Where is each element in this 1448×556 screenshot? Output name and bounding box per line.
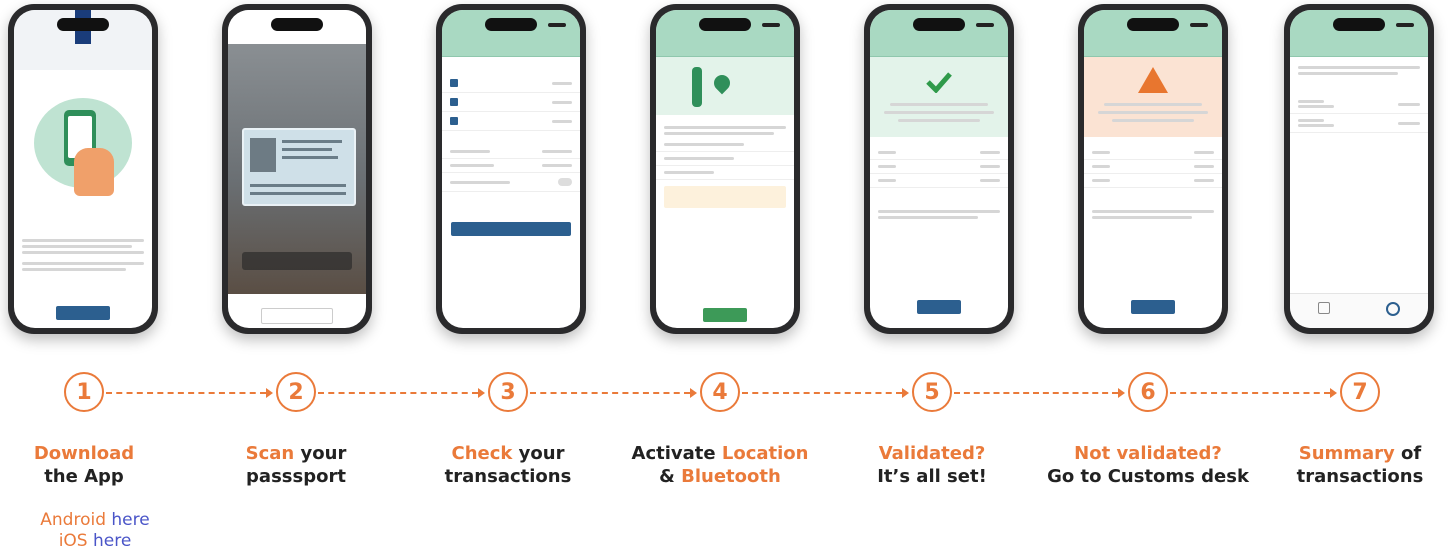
transaction-row[interactable]	[442, 74, 580, 93]
toggle-row[interactable]	[442, 173, 580, 192]
check-mark-icon	[926, 72, 952, 93]
step-caption-2: Scan your passsport	[245, 443, 347, 487]
checkbox-icon[interactable]	[450, 79, 458, 87]
step-caption-4: Activate Location & Bluetooth	[631, 443, 809, 487]
step-number-5: 5	[912, 372, 952, 412]
transaction-row[interactable]	[442, 93, 580, 112]
checkbox-icon[interactable]	[450, 117, 458, 125]
phone-screen-summary	[1284, 4, 1434, 334]
illustration-traveller	[656, 57, 794, 115]
step-caption-3: Check your transactions	[444, 443, 572, 487]
app-header	[656, 40, 794, 57]
start-validation-button[interactable]	[451, 222, 571, 236]
download-links: Android here iOS here	[0, 510, 190, 552]
warning-triangle-icon	[1138, 67, 1168, 93]
permission-row	[656, 152, 794, 166]
dashed-connector	[318, 392, 478, 394]
step-caption-7: Summary of transactions	[1296, 443, 1424, 487]
arrow-right-icon	[266, 388, 273, 398]
step-caption-1: Download the App	[33, 443, 135, 487]
close-button[interactable]	[1131, 300, 1175, 314]
phone-notch	[699, 18, 751, 31]
phone-notch	[271, 18, 323, 31]
phone-notch	[485, 18, 537, 31]
close-button[interactable]	[917, 300, 961, 314]
dashed-connector	[742, 392, 902, 394]
step-number-4: 4	[700, 372, 740, 412]
app-header	[1084, 40, 1222, 57]
registration-row[interactable]	[1084, 160, 1222, 174]
info-notice	[664, 186, 786, 208]
arrow-right-icon	[690, 388, 697, 398]
camera-viewfinder[interactable]	[228, 44, 366, 294]
registration-row[interactable]	[1084, 174, 1222, 188]
phone-screen-scan	[222, 4, 372, 334]
android-download-link[interactable]: Android here	[0, 510, 190, 531]
tab-bar	[1290, 293, 1428, 328]
step-caption-5: Validated? It’s all set!	[877, 443, 987, 487]
detail-row[interactable]	[442, 159, 580, 173]
step-number-1: 1	[64, 372, 104, 412]
request-row[interactable]	[1290, 95, 1428, 114]
phone-screen-download	[8, 4, 158, 334]
tab-home-icon[interactable]	[1318, 302, 1330, 314]
phone-screen-approved	[864, 4, 1014, 334]
app-header	[1290, 40, 1428, 57]
phone-screen-permissions	[650, 4, 800, 334]
permission-row	[656, 166, 794, 180]
step-caption-6: Not validated? Go to Customs desk	[1047, 443, 1249, 487]
transaction-row[interactable]	[442, 112, 580, 131]
registration-row[interactable]	[870, 174, 1008, 188]
step-number-2: 2	[276, 372, 316, 412]
phone-screen-transactions	[436, 4, 586, 334]
phone-screen-customs-desk	[1078, 4, 1228, 334]
checkbox-icon[interactable]	[450, 98, 458, 106]
arrow-right-icon	[1118, 388, 1125, 398]
arrow-right-icon	[478, 388, 485, 398]
location-pin-icon	[710, 71, 734, 95]
step-number-6: 6	[1128, 372, 1168, 412]
dashed-connector	[530, 392, 690, 394]
permission-row	[656, 138, 794, 152]
phone-notch	[57, 18, 109, 31]
arrow-right-icon	[902, 388, 909, 398]
registration-row[interactable]	[870, 146, 1008, 160]
toggle-switch[interactable]	[558, 178, 572, 186]
registration-row[interactable]	[870, 160, 1008, 174]
dashed-connector	[954, 392, 1118, 394]
phone-checklist-icon	[34, 98, 132, 196]
step-number-3: 3	[488, 372, 528, 412]
phone-notch	[1333, 18, 1385, 31]
passport-document	[242, 128, 356, 206]
registration-row[interactable]	[1084, 146, 1222, 160]
dashed-connector	[106, 392, 266, 394]
submit-button[interactable]	[703, 308, 747, 322]
tab-requests-icon[interactable]	[1386, 302, 1400, 316]
dashed-connector	[1170, 392, 1330, 394]
app-header	[870, 40, 1008, 57]
phone-notch	[913, 18, 965, 31]
phone-notch	[1127, 18, 1179, 31]
request-row[interactable]	[1290, 114, 1428, 133]
start-button[interactable]	[56, 306, 110, 320]
app-header	[442, 40, 580, 57]
enter-manually-button[interactable]	[261, 308, 333, 324]
arrow-right-icon	[1330, 388, 1337, 398]
step-number-7: 7	[1340, 372, 1380, 412]
ios-download-link[interactable]: iOS here	[0, 531, 190, 552]
detail-row[interactable]	[442, 145, 580, 159]
